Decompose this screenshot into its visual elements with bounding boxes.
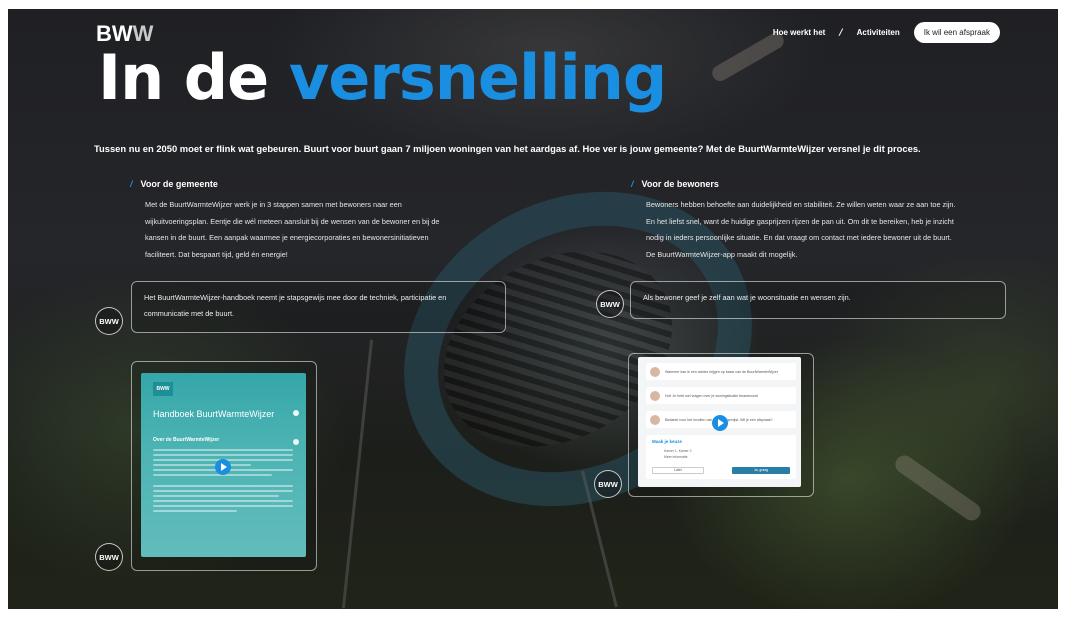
bullet-icon — [293, 410, 299, 416]
bww-badge: BWW — [95, 543, 123, 571]
chat-message: Wanneer kan ik een advies krijgen op bas… — [646, 363, 796, 380]
app-choice-card: Maak je keuze Kamer 1, Kamer 2 Meer info… — [646, 435, 796, 479]
gemeente-heading: / Voor de gemeente — [130, 179, 218, 189]
appointment-button[interactable]: Ik wil een afspraak — [913, 22, 1000, 43]
handbook-video[interactable]: BWW Handboek BuurtWarmteWijzer Over de B… — [141, 373, 306, 557]
play-icon[interactable] — [215, 459, 231, 475]
nav-link-how-it-works[interactable]: Hoe werkt het — [773, 28, 825, 37]
handbook-section-title: Over de BuurtWarmteWijzer — [153, 437, 220, 443]
play-icon[interactable] — [712, 415, 728, 431]
bewoners-speech-bubble: Als bewoner geef je zelf aan wat je woon… — [630, 281, 1006, 319]
app-confirm-button[interactable]: Ja, graag — [732, 467, 790, 474]
bww-badge: BWW — [95, 307, 123, 335]
handbook-text-lines — [153, 485, 293, 515]
bewoners-body: Bewoners hebben behoefte aan duidelijkhe… — [646, 200, 956, 259]
leg-decoration — [891, 451, 985, 525]
nav-separator: / — [839, 27, 843, 38]
page-title: In de versnelling — [98, 41, 667, 114]
app-later-button[interactable]: Later — [652, 467, 704, 474]
avatar — [650, 366, 660, 377]
top-nav: Hoe werkt het / Activiteiten Ik wil een … — [773, 22, 1000, 43]
nav-link-activities[interactable]: Activiteiten — [857, 28, 900, 37]
rope-decoration — [341, 339, 374, 609]
handbook-title: Handboek BuurtWarmteWijzer — [153, 409, 275, 419]
handbook-logo: BWW — [153, 382, 173, 396]
bww-badge: BWW — [594, 470, 622, 498]
bww-badge: BWW — [596, 290, 624, 318]
hero-background: BWW Hoe werkt het / Activiteiten Ik wil … — [8, 9, 1058, 609]
bullet-icon — [293, 439, 299, 445]
app-video[interactable]: Wanneer kan ik een advies krijgen op bas… — [638, 357, 801, 487]
gemeente-body: Met de BuurtWarmteWijzer werk je in 3 st… — [145, 200, 440, 259]
gemeente-speech-bubble: Het BuurtWarmteWijzer-handboek neemt je … — [131, 281, 506, 333]
bewoners-heading: / Voor de bewoners — [631, 179, 719, 189]
intro-text: Tussen nu en 2050 moet er flink wat gebe… — [94, 143, 921, 154]
chat-message: Hoi! Je hebt wel vragen over je woningsi… — [646, 387, 796, 404]
avatar — [650, 390, 660, 401]
avatar — [650, 414, 660, 425]
